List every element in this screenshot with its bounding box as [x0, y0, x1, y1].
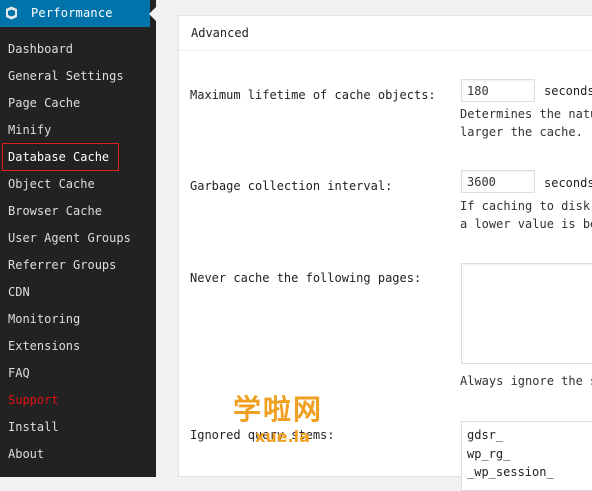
sidebar-item-page-cache[interactable]: Page Cache — [0, 90, 156, 117]
sidebar-item-label: Object Cache — [8, 177, 95, 191]
current-menu-arrow — [149, 7, 156, 21]
sidebar-item-label: FAQ — [8, 366, 30, 380]
gc-desc-line: If caching to disk, — [460, 199, 592, 213]
gc-interval-input[interactable] — [461, 170, 535, 193]
ignored-stems-textarea[interactable]: gdsr_ wp_rg_ _wp_session_ — [461, 421, 592, 491]
textarea-line: gdsr_ — [467, 428, 504, 442]
textarea-line: wp_rg_ — [467, 446, 511, 461]
never-cache-textarea[interactable] — [461, 263, 592, 364]
lifetime-input[interactable] — [461, 79, 535, 102]
lifetime-desc-line: larger the cache. — [460, 125, 583, 139]
sidebar-item-label: User Agent Groups — [8, 231, 131, 245]
sidebar-item-about[interactable]: About — [0, 441, 156, 468]
sidebar-item-label: Page Cache — [8, 96, 81, 110]
sidebar-item-dashboard[interactable]: Dashboard — [0, 36, 156, 63]
sidebar-item-label: Monitoring — [8, 312, 81, 326]
admin-sidebar: Performance Dashboard General Settings P… — [0, 0, 156, 477]
sidebar-item-label: Extensions — [8, 339, 81, 353]
w3-total-cache-icon — [6, 6, 17, 20]
sidebar-item-extensions[interactable]: Extensions — [0, 333, 156, 360]
sidebar-item-install[interactable]: Install — [0, 414, 156, 441]
active-item-highlight — [2, 143, 119, 171]
sidebar-menu: Dashboard General Settings Page Cache Mi… — [0, 36, 156, 468]
sidebar-title: Performance — [31, 6, 113, 20]
sidebar-item-referrer-groups[interactable]: Referrer Groups — [0, 252, 156, 279]
lifetime-unit: seconds — [544, 84, 592, 98]
gc-interval-unit: seconds — [544, 176, 592, 190]
gc-desc-line: a lower value is be — [460, 217, 592, 231]
never-cache-description: Always ignore the s — [460, 374, 592, 388]
sidebar-item-browser-cache[interactable]: Browser Cache — [0, 198, 156, 225]
sidebar-item-support[interactable]: Support — [0, 387, 156, 414]
sidebar-item-label: Dashboard — [8, 42, 74, 56]
sidebar-item-label: Support — [8, 393, 59, 407]
sidebar-item-label: Install — [8, 420, 59, 434]
gc-interval-label: Garbage collection interval: — [190, 179, 393, 193]
lifetime-label: Maximum lifetime of cache objects: — [190, 88, 436, 102]
sidebar-item-object-cache[interactable]: Object Cache — [0, 171, 156, 198]
textarea-line: _wp_session_ — [467, 465, 554, 479]
lifetime-desc-line: Determines the natu — [460, 107, 592, 121]
advanced-settings-panel: Advanced Maximum lifetime of cache objec… — [178, 15, 592, 491]
sidebar-item-label: Referrer Groups — [8, 258, 117, 272]
sidebar-item-label: General Settings — [8, 69, 124, 83]
gc-interval-description: If caching to disk, a lower value is be — [460, 197, 592, 233]
panel-title: Advanced — [191, 26, 249, 40]
sidebar-header[interactable]: Performance — [0, 0, 156, 27]
never-cache-label: Never cache the following pages: — [190, 271, 422, 285]
lifetime-description: Determines the natu larger the cache. — [460, 105, 592, 141]
sidebar-item-label: About — [8, 447, 45, 461]
sidebar-item-label: Browser Cache — [8, 204, 102, 218]
sidebar-item-database-cache[interactable]: Database Cache — [0, 143, 156, 171]
sidebar-item-faq[interactable]: FAQ — [0, 360, 156, 387]
ignored-stems-label: Ignored query stems: — [190, 428, 335, 442]
sidebar-item-minify[interactable]: Minify — [0, 117, 156, 144]
sidebar-item-general-settings[interactable]: General Settings — [0, 63, 156, 90]
sidebar-item-user-agent-groups[interactable]: User Agent Groups — [0, 225, 156, 252]
sidebar-item-label: CDN — [8, 285, 30, 299]
sidebar-item-monitoring[interactable]: Monitoring — [0, 306, 156, 333]
sidebar-item-label: Minify — [8, 123, 52, 137]
panel-header[interactable]: Advanced — [179, 16, 592, 51]
sidebar-item-cdn[interactable]: CDN — [0, 279, 156, 306]
